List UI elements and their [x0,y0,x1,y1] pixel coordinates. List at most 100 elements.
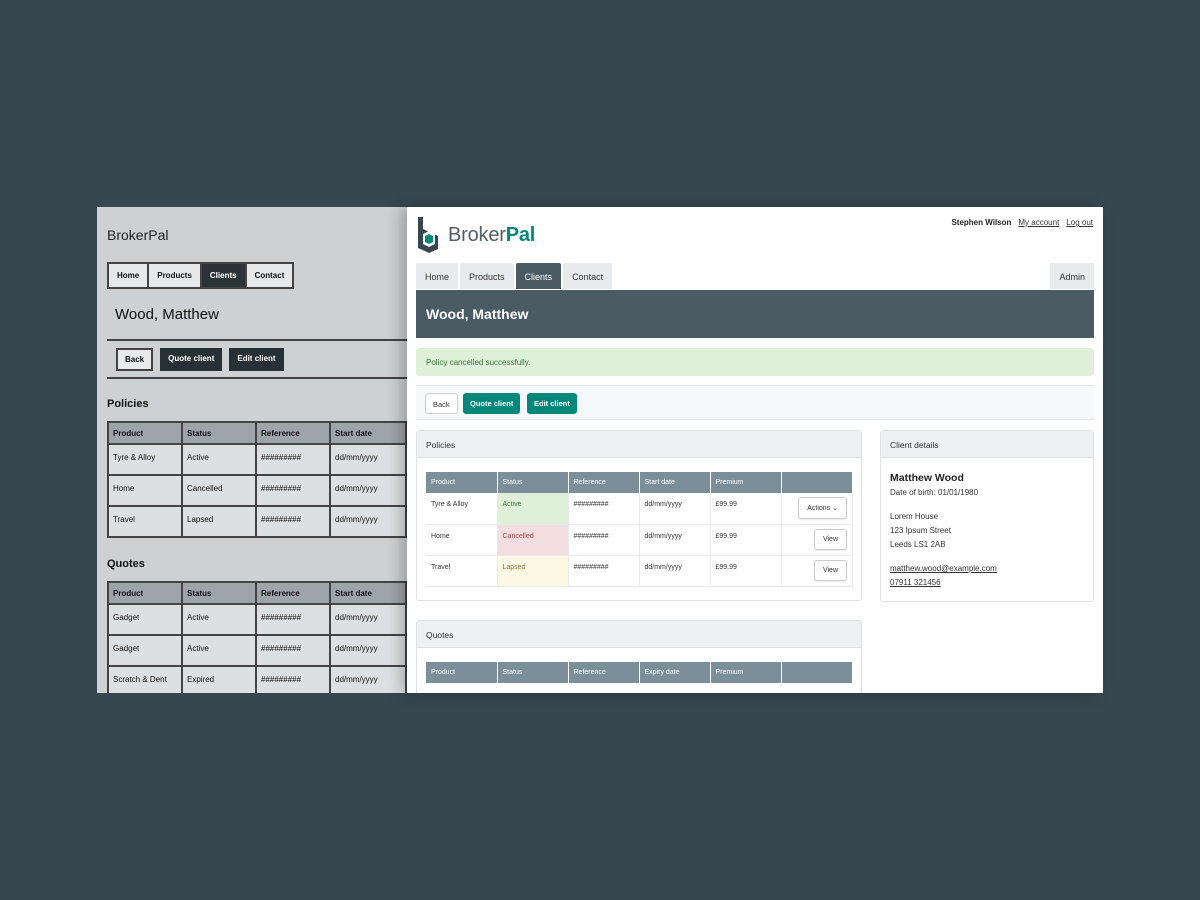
table-cell: Active [181,443,257,476]
wireframe-title: Wood, Matthew [115,306,219,323]
user-menu: Stephen Wilson My account Log out [951,218,1093,227]
wireframe-col-start-date: Start date [329,421,407,445]
wireframe-col-status: Status [181,581,257,605]
tab-clients[interactable]: Clients [515,263,562,289]
quotes-heading: Quotes [417,621,861,648]
brokerpal-logo[interactable]: BrokerPal [416,217,535,253]
table-cell: Cancelled [181,474,257,507]
status-badge: Active [497,493,569,525]
view-button[interactable]: View [813,559,847,581]
cell-date: dd/mm/yyyy [639,555,711,587]
wireframe-buttons: Back Quote client Edit client [116,348,284,371]
table-cell: dd/mm/yyyy [329,443,407,476]
table-cell: Active [181,634,257,667]
cell-actions: View [781,524,853,556]
cell-actions: View [781,555,853,587]
table-cell: ######### [255,474,331,507]
wireframe-col-reference: Reference [255,421,331,445]
table-cell: Lapsed [181,505,257,538]
table-cell: dd/mm/yyyy [329,474,407,507]
col-premium: Premium [710,472,782,493]
cell-reference: ######### [568,524,640,556]
app-window: BrokerPal Stephen Wilson My account Log … [407,207,1103,693]
tab-contact[interactable]: Contact [563,263,613,289]
col-actions [781,662,853,683]
table-cell: Travel [107,505,183,538]
user-name: Stephen Wilson [951,218,1012,227]
table-row: Home Cancelled ######### dd/mm/yyyy [107,474,437,507]
policies-panel: Policies Product Status Reference Start … [416,430,862,601]
wireframe-divider [107,339,437,341]
tab-products[interactable]: Products [460,263,514,289]
client-dob: Date of birth: 01/01/1980 [890,488,979,497]
client-address-line: 123 Ipsum Street [890,526,951,535]
table-row: Travel Lapsed ######### dd/mm/yyyy £99.9… [426,555,853,587]
table-cell: ######### [255,634,331,667]
quote-client-button[interactable]: Quote client [463,393,521,414]
policies-table: Product Status Reference Start date Prem… [426,472,853,587]
wireframe-nav-clients: Clients [201,264,247,287]
client-details-panel: Client details Matthew Wood Date of birt… [880,430,1094,602]
cell-premium: £99.99 [710,524,782,556]
client-address-line: Leeds LS1 2AB [890,540,946,549]
table-cell: Home [107,474,183,507]
wireframe-nav-home: Home [109,264,150,287]
cell-date: dd/mm/yyyy [639,524,711,556]
action-toolbar: Back Quote client Edit client [416,385,1094,420]
wireframe-quote-button: Quote client [160,348,223,371]
table-row: Tyre & Alloy Active ######### dd/mm/yyyy [107,443,437,476]
col-expiry-date: Expiry date [639,662,711,683]
wireframe-edit-button: Edit client [229,348,284,371]
table-row: Scratch & Dent Expired ######### dd/mm/y… [107,665,437,693]
cell-product: Travel [426,555,498,587]
client-details-heading: Client details [881,431,1093,458]
table-cell: dd/mm/yyyy [329,603,407,636]
quotes-panel: Quotes Product Status Reference Expiry d… [416,620,862,693]
table-cell: dd/mm/yyyy [329,505,407,538]
actions-dropdown-button[interactable]: Actions ⌄ [798,497,847,519]
col-reference: Reference [568,472,640,493]
col-product: Product [426,662,498,683]
page-title: Wood, Matthew [426,306,529,322]
view-button[interactable]: View [813,528,847,550]
wireframe-panel: BrokerPal Home Products Clients Contact … [97,207,437,693]
cell-product: Tyre & Alloy [426,493,498,525]
cell-date: dd/mm/yyyy [639,493,711,525]
col-actions [781,472,853,493]
table-row: Travel Lapsed ######### dd/mm/yyyy [107,505,437,538]
my-account-link[interactable]: My account [1018,218,1059,227]
edit-client-button[interactable]: Edit client [527,393,577,414]
table-row: Gadget Active ######### dd/mm/yyyy [107,603,437,636]
tab-admin[interactable]: Admin [1050,263,1094,289]
wireframe-divider [107,377,437,379]
cell-reference: ######### [568,493,640,525]
table-cell: ######### [255,603,331,636]
actions-label: Actions [807,505,831,512]
table-cell: ######### [255,665,331,693]
wireframe-col-product: Product [107,581,183,605]
back-button[interactable]: Back [425,393,458,414]
col-status: Status [497,662,569,683]
table-cell: Gadget [107,603,183,636]
cell-reference: ######### [568,555,640,587]
wireframe-quotes-heading: Quotes [107,558,145,570]
table-cell: Gadget [107,634,183,667]
col-start-date: Start date [639,472,711,493]
table-cell: Expired [181,665,257,693]
cell-premium: £99.99 [710,493,782,525]
page-header: Wood, Matthew [416,290,1094,338]
chevron-down-icon: ⌄ [832,505,838,512]
table-cell: ######### [255,443,331,476]
wireframe-col-status: Status [181,421,257,445]
wireframe-nav: Home Products Clients Contact [107,262,295,289]
table-cell: Scratch & Dent [107,665,183,693]
logout-link[interactable]: Log out [1066,218,1093,227]
table-cell: dd/mm/yyyy [329,665,407,693]
col-premium: Premium [710,662,782,683]
table-cell: Active [181,603,257,636]
success-alert: Policy cancelled successfully. [416,348,1094,376]
client-email-link[interactable]: matthew.wood@example.com [890,562,997,576]
cell-product: Home [426,524,498,556]
client-phone-link[interactable]: 07911 321456 [890,576,997,590]
tab-home[interactable]: Home [416,263,459,289]
